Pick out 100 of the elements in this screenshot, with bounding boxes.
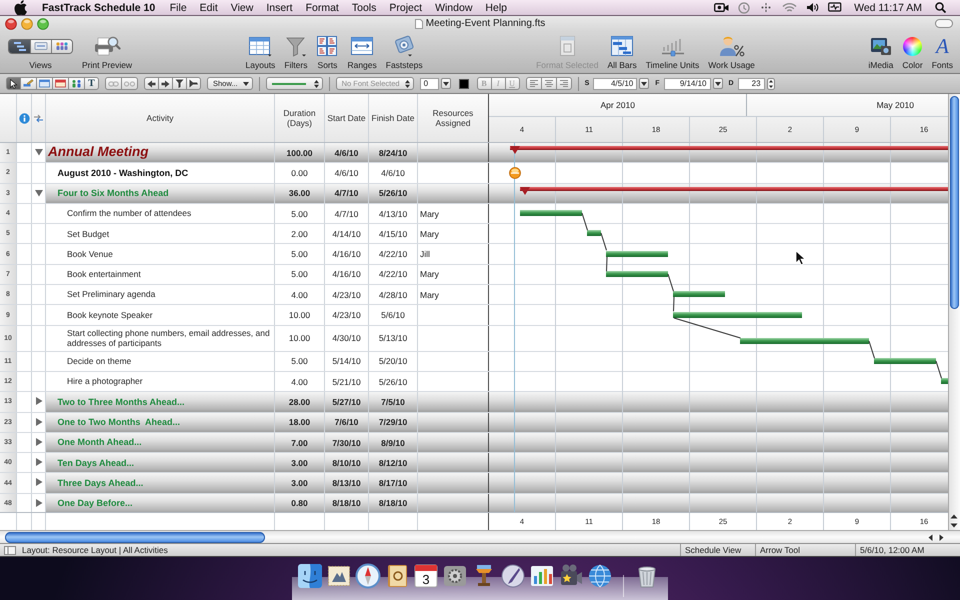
toolbar-button[interactable]: Faststeps	[382, 31, 426, 73]
menu-item[interactable]: Window	[428, 2, 479, 14]
nav-button[interactable]	[172, 77, 187, 90]
menu-item[interactable]: View	[224, 2, 260, 14]
toolbar-button[interactable]: Work Usage	[705, 31, 758, 73]
dots-icon[interactable]	[759, 3, 774, 12]
column-header[interactable]: Start Date	[327, 113, 366, 123]
dropdown-button[interactable]	[712, 78, 723, 89]
view-switcher[interactable]	[8, 38, 73, 54]
menu-clock[interactable]: Wed 11:17 AM	[854, 2, 922, 14]
nav-button[interactable]	[144, 77, 159, 90]
scrollbar-thumb[interactable]	[950, 96, 959, 309]
font-size-field[interactable]: 0	[420, 78, 439, 90]
duration-value: 5.00	[291, 249, 308, 260]
sidebar-icon[interactable]	[4, 546, 16, 554]
finish-date: 5/13/10	[378, 333, 408, 344]
horizontal-scrollbar[interactable]	[0, 530, 960, 543]
date-field[interactable]: 9/14/10	[664, 78, 711, 90]
start-date: 8/10/10	[332, 458, 361, 468]
swatch-icon[interactable]	[458, 78, 469, 88]
close-icon[interactable]	[5, 18, 17, 30]
toolbar-button[interactable]: Timeline Units	[642, 31, 702, 73]
sort-tiles-icon	[316, 35, 338, 57]
disclosure-triangle-icon[interactable]	[34, 397, 42, 406]
vertical-scrollbar[interactable]	[948, 94, 960, 530]
compass-icon[interactable]	[355, 563, 381, 589]
toolbar-button[interactable]: Ranges	[344, 31, 380, 73]
disclosure-triangle-icon[interactable]	[34, 418, 42, 426]
disclosure-triangle-icon[interactable]	[34, 188, 42, 197]
align-button[interactable]	[526, 77, 542, 90]
dropdown-button[interactable]	[639, 78, 650, 89]
clock-icon[interactable]	[738, 2, 750, 14]
monitor-icon[interactable]	[828, 2, 842, 13]
disclosure-triangle-icon[interactable]	[34, 438, 42, 446]
column-header[interactable]: Finish Date	[372, 113, 414, 123]
nav-button[interactable]	[158, 77, 173, 90]
column-header[interactable]: Duration (Days)	[276, 108, 323, 128]
zoom-icon[interactable]	[37, 18, 49, 30]
menu-item[interactable]: Format	[299, 2, 346, 14]
toolbar-button[interactable]: Filters	[281, 31, 310, 73]
column-header[interactable]: Resources Assigned	[419, 108, 487, 128]
toolbar-button[interactable]: Color	[899, 31, 926, 73]
tool-button[interactable]	[6, 77, 21, 90]
align-left-icon	[528, 79, 539, 88]
stepper-icon[interactable]	[766, 78, 775, 90]
globe-icon[interactable]	[587, 563, 613, 589]
resource-name: Mary	[420, 290, 439, 300]
toolbar-button[interactable]: Sorts	[313, 31, 342, 73]
toolbar-button[interactable]: Print Preview	[79, 31, 136, 73]
disclosure-triangle-icon[interactable]	[34, 498, 42, 507]
toolbar-button[interactable]: A Fonts	[928, 31, 956, 73]
activity-name: Hire a photographer	[67, 375, 143, 388]
app-menu[interactable]: FastTrack Schedule 10	[41, 2, 156, 14]
menu-item[interactable]: Help	[478, 2, 514, 14]
quill-icon[interactable]	[500, 563, 526, 589]
video-camera-icon[interactable]	[714, 2, 730, 13]
align-button[interactable]	[556, 77, 572, 90]
view-segment[interactable]	[30, 40, 51, 52]
column-header[interactable]: Activity	[146, 113, 174, 123]
pill-icon[interactable]	[935, 19, 953, 28]
view-segment[interactable]	[9, 40, 30, 52]
start-date: 4/6/10	[334, 168, 358, 178]
finish-date: 7/5/10	[381, 396, 405, 407]
activity-name: Two to Three Months Ahead...	[58, 396, 184, 409]
calendar-icon[interactable]: 3	[413, 563, 439, 589]
number-field[interactable]: 23	[738, 78, 765, 90]
minimize-icon[interactable]	[21, 18, 33, 30]
split-face-icon[interactable]	[297, 563, 323, 589]
menu-item[interactable]: Project	[382, 2, 429, 14]
scrollbar-thumb[interactable]	[5, 532, 265, 542]
disclosure-triangle-icon[interactable]	[34, 148, 42, 156]
apple-icon[interactable]	[14, 0, 27, 15]
stamp-icon[interactable]	[326, 563, 352, 589]
view-segment[interactable]	[51, 40, 72, 52]
resource-name: Mary	[420, 269, 439, 280]
date-field[interactable]: 4/5/10	[593, 78, 638, 90]
wifi-icon[interactable]	[782, 2, 798, 13]
nav-button[interactable]	[186, 77, 201, 90]
menu-item[interactable]: Tools	[345, 2, 383, 14]
media-icon	[868, 35, 893, 57]
toolbar-button[interactable]: All Bars	[604, 31, 640, 73]
gear-icon[interactable]	[442, 563, 468, 589]
range-table-icon	[350, 35, 374, 57]
align-button[interactable]	[540, 77, 557, 90]
duration-value: 0.00	[291, 168, 308, 178]
dropdown-button[interactable]	[440, 78, 451, 89]
menu-item[interactable]: File	[163, 2, 194, 14]
menu-item[interactable]: Insert	[260, 2, 300, 14]
disclosure-triangle-icon[interactable]	[34, 478, 42, 486]
scroll-up-icon[interactable]	[949, 512, 959, 521]
volume-icon[interactable]	[806, 2, 820, 13]
toolbar-button[interactable]: Layouts	[242, 31, 278, 73]
toolbar-button[interactable]: iMedia	[865, 31, 896, 73]
resource-name: Mary	[420, 228, 439, 239]
menu-item[interactable]: Edit	[193, 2, 224, 14]
search-icon[interactable]	[935, 2, 946, 13]
line-style-menu[interactable]	[266, 77, 323, 90]
disclosure-triangle-icon[interactable]	[34, 458, 42, 466]
tool-button[interactable]: T	[84, 77, 99, 90]
bar-chart-icon[interactable]	[529, 563, 555, 589]
